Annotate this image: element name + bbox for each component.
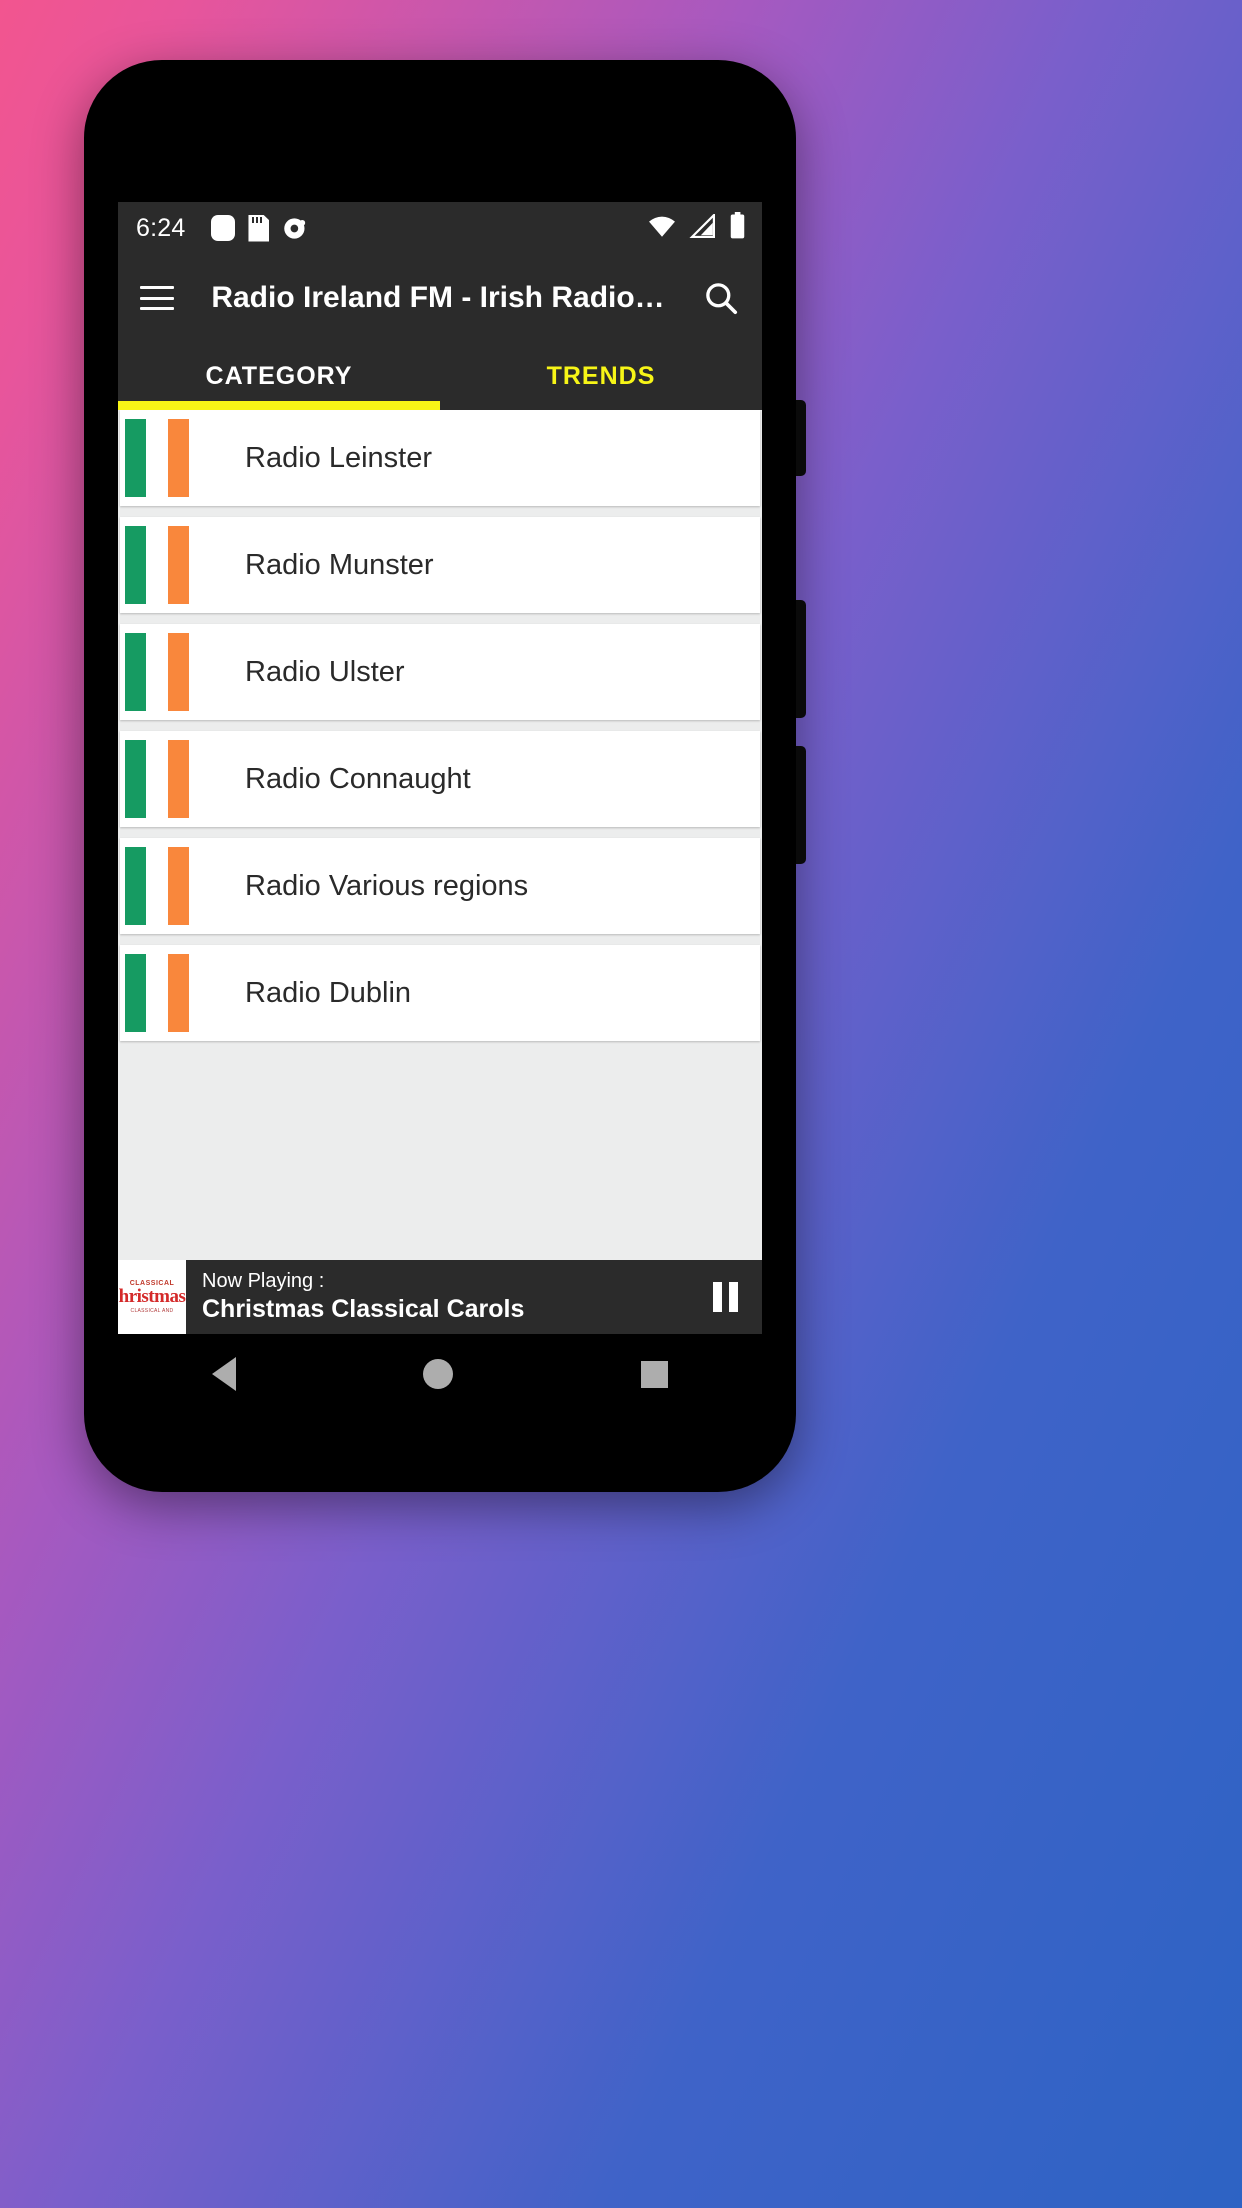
player-text: Now Playing : Christmas Classical Carols: [186, 1269, 688, 1325]
station-list: Radio Leinster Radio Munster Radio Ulste…: [118, 410, 762, 1041]
ireland-flag-icon: [125, 740, 189, 818]
battery-icon: [729, 212, 746, 244]
list-item[interactable]: Radio Various regions: [120, 838, 760, 934]
phone-screen: 6:24 Radio Ireland FM - Irish Radio… CAT…: [118, 202, 762, 1334]
list-item[interactable]: Radio Leinster: [120, 410, 760, 506]
now-playing-bar[interactable]: CLASSICAL hristmas CLASSICAL AND Now Pla…: [118, 1260, 762, 1334]
rounded-square-icon: [211, 215, 236, 241]
status-right-icons: [647, 211, 746, 244]
now-playing-label: Now Playing :: [202, 1269, 325, 1292]
album-art: CLASSICAL hristmas CLASSICAL AND: [118, 1260, 186, 1334]
list-item[interactable]: Radio Ulster: [120, 624, 760, 720]
list-item[interactable]: Radio Dublin: [120, 945, 760, 1041]
android-nav-bar: [118, 1334, 762, 1414]
pause-button[interactable]: [688, 1260, 762, 1334]
sdcard-icon: [248, 214, 270, 242]
status-time: 6:24: [136, 213, 186, 242]
headset-icon: [282, 215, 309, 242]
pause-bar-right: [728, 1282, 738, 1312]
album-art-bottom-text: CLASSICAL AND: [130, 1308, 174, 1314]
cellular-signal-icon: [689, 211, 717, 243]
back-triangle-icon[interactable]: [211, 1357, 236, 1391]
tab-indicator: [118, 401, 440, 410]
ireland-flag-icon: [125, 633, 189, 711]
mute-switch-button[interactable]: [796, 400, 806, 476]
hamburger-menu-icon[interactable]: [140, 286, 174, 310]
home-circle-icon[interactable]: [423, 1359, 454, 1389]
recents-square-icon[interactable]: [641, 1360, 669, 1388]
station-name: Radio Various regions: [245, 869, 529, 902]
ireland-flag-icon: [125, 847, 189, 925]
station-name: Radio Ulster: [245, 655, 405, 688]
phone-frame: 6:24 Radio Ireland FM - Irish Radio… CAT…: [84, 60, 806, 1492]
ireland-flag-icon: [125, 526, 189, 604]
wifi-icon: [647, 214, 677, 243]
tab-category[interactable]: CATEGORY: [118, 342, 440, 410]
tab-bar: CATEGORY TRENDS: [118, 342, 762, 410]
tab-trends[interactable]: TRENDS: [440, 342, 762, 410]
station-name: Radio Leinster: [245, 441, 432, 474]
list-item[interactable]: Radio Connaught: [120, 731, 760, 827]
volume-up-button[interactable]: [796, 600, 806, 718]
station-name: Radio Dublin: [245, 976, 412, 1009]
station-name: Radio Connaught: [245, 762, 471, 795]
app-bar: Radio Ireland FM - Irish Radio…: [118, 254, 762, 342]
ireland-flag-icon: [125, 954, 189, 1032]
pause-bar-left: [712, 1282, 722, 1312]
status-bar: 6:24: [118, 202, 762, 254]
search-icon[interactable]: [702, 279, 740, 317]
page-title: Radio Ireland FM - Irish Radio…: [211, 281, 665, 314]
volume-down-button[interactable]: [796, 746, 806, 864]
list-item[interactable]: Radio Munster: [120, 517, 760, 613]
ireland-flag-icon: [125, 419, 189, 497]
status-left-icons: [211, 214, 309, 242]
station-name: Radio Munster: [245, 548, 434, 581]
album-art-main-text: hristmas: [118, 1286, 186, 1307]
now-playing-title: Christmas Classical Carols: [202, 1294, 525, 1323]
